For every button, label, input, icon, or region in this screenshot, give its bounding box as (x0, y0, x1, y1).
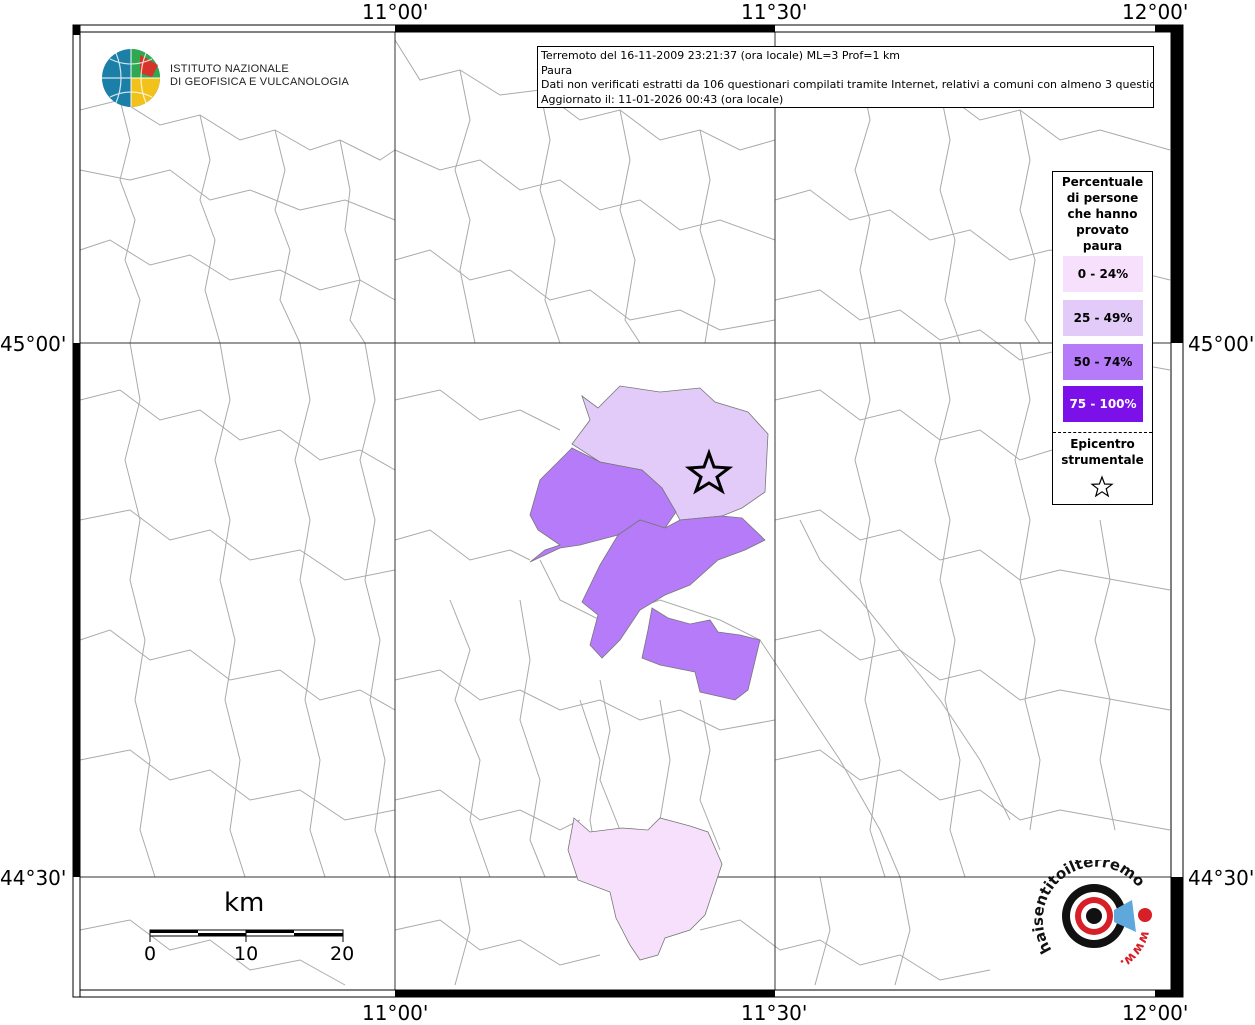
legend-title-line: Percentuale (1061, 175, 1144, 189)
event-updated: Aggiornato il: 11-01-2026 00:43 (ora loc… (541, 92, 784, 106)
legend-separator (1053, 432, 1152, 433)
legend-epicenter-label: Epicentro strumentale (1053, 436, 1152, 468)
legend-class-75-100: 75 - 100% (1063, 386, 1143, 422)
legend-epicenter-line: strumentale (1061, 453, 1144, 467)
ingv-name-line1: ISTITUTO NAZIONALE (170, 63, 289, 75)
legend-title-line: paura (1082, 239, 1123, 253)
globe-icon (102, 49, 160, 107)
scale-bar: km 0 10 20 (140, 888, 370, 968)
scale-tick-0: 0 (144, 943, 157, 965)
legend-star-icon (1090, 475, 1114, 498)
legend-title-line: di persone (1066, 191, 1139, 205)
event-title: Terremoto del 16-11-2009 23:21:37 (ora l… (541, 49, 901, 62)
lon-label-bottom-2: 11°30' (741, 1001, 808, 1025)
watermark-www: www. (1117, 929, 1153, 971)
legend-class-50-74: 50 - 74% (1063, 344, 1143, 380)
scale-tick-10: 10 (234, 943, 259, 965)
legend-title-line: che hanno (1067, 207, 1138, 221)
lon-label-top-2: 11°30' (741, 0, 808, 24)
lon-label-top-1: 11°00' (362, 0, 429, 24)
ingv-name-line2: DI GEOFISICA E VULCANOLOGIA (170, 76, 349, 88)
legend-title: Percentuale di persone che hanno provato… (1053, 172, 1152, 254)
legend-class-25-49: 25 - 49% (1063, 300, 1143, 336)
scale-tick-20: 20 (330, 943, 355, 965)
event-info-box: Terremoto del 16-11-2009 23:21:37 (ora l… (537, 46, 1154, 108)
svg-text:www.: www. (1117, 929, 1153, 971)
ingv-name: ISTITUTO NAZIONALE DI GEOFISICA E VULCAN… (170, 63, 349, 89)
target-megaphone-icon: haisentitoilterremoto.it www. (1025, 846, 1153, 971)
lat-label-right-1: 45°00' (1188, 332, 1255, 356)
lat-label-left-2: 44°30' (0, 866, 67, 890)
lon-label-top-3: 12°00' (1122, 0, 1189, 24)
scale-unit: km (224, 888, 265, 918)
lat-label-left-1: 45°00' (0, 332, 67, 356)
haisentito-logo: haisentitoilterremoto.it www. (1025, 846, 1170, 980)
legend: Percentuale di persone che hanno provato… (1052, 171, 1153, 505)
legend-title-line: provato (1076, 223, 1129, 237)
lon-label-bottom-3: 12°00' (1122, 1001, 1189, 1025)
lat-label-right-2: 44°30' (1188, 866, 1255, 890)
lon-label-bottom-1: 11°00' (362, 1001, 429, 1025)
legend-class-0-24: 0 - 24% (1063, 256, 1143, 292)
event-parameter: Paura (541, 63, 573, 77)
legend-epicenter-line: Epicentro (1070, 437, 1135, 451)
event-data-note: Dati non verificati estratti da 106 ques… (541, 78, 1154, 91)
